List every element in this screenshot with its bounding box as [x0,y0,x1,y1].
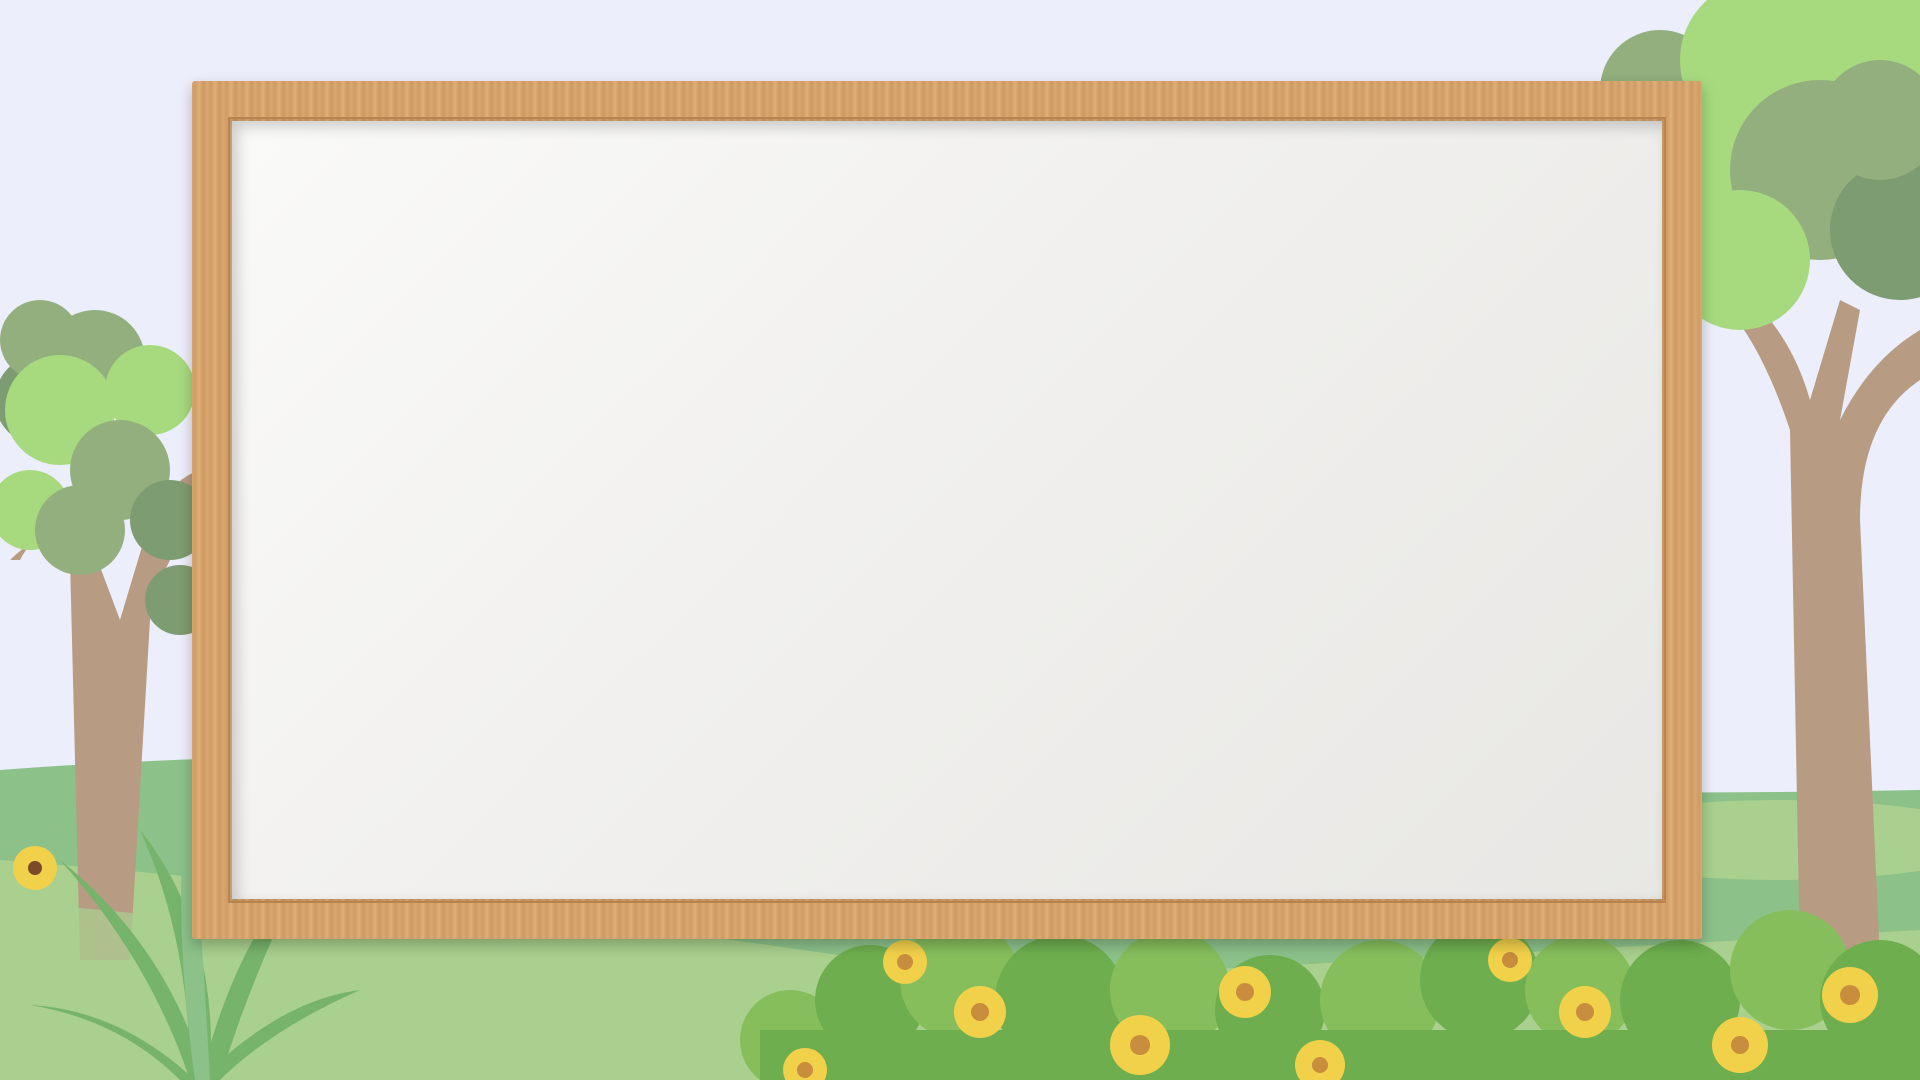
whiteboard [192,81,1702,939]
whiteboard-surface [232,121,1662,899]
